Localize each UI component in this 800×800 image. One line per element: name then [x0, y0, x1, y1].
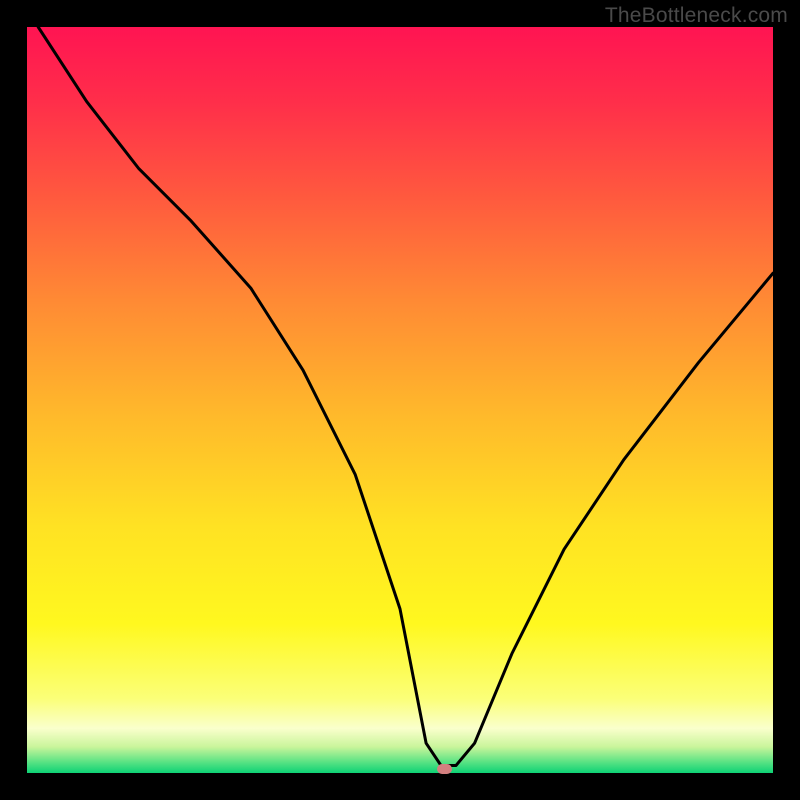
plot-area	[27, 27, 773, 773]
marker-dot	[437, 764, 452, 774]
watermark-text: TheBottleneck.com	[605, 4, 788, 28]
